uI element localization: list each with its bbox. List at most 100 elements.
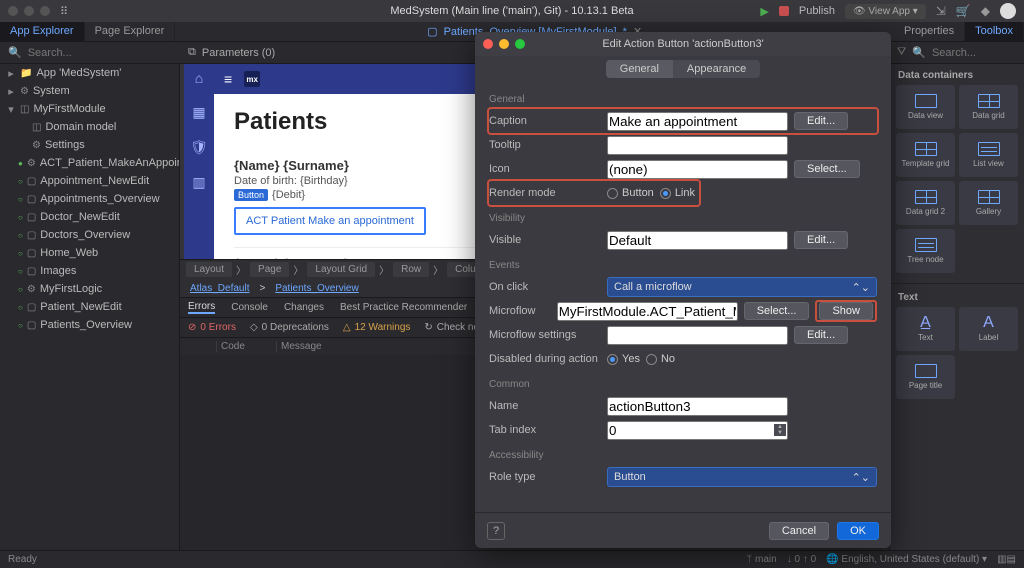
page-link[interactable]: Patients_Overview	[275, 283, 358, 294]
tree-node-appointment-newedit[interactable]: ○▢Appointment_NewEdit	[0, 172, 179, 190]
widget-tree-node[interactable]: Tree node	[896, 229, 955, 273]
errors-pill[interactable]: ⊘ 0 Errors	[188, 322, 236, 333]
parameters-label[interactable]: Parameters (0)	[202, 47, 275, 59]
shield-icon[interactable]: 🛡	[190, 139, 208, 156]
deprecations-pill[interactable]: ◇ 0 Deprecations	[250, 322, 329, 333]
disabled-yes-radio[interactable]: Yes	[607, 353, 640, 365]
warnings-pill[interactable]: △ 12 Warnings	[343, 322, 410, 333]
branch-indicator[interactable]: ᛘ main	[746, 554, 776, 565]
tree-node-home-web[interactable]: ○▢Home_Web	[0, 244, 179, 262]
tree-node-images[interactable]: ○▢Images	[0, 262, 179, 280]
calendar-icon[interactable]: ▥	[192, 174, 205, 191]
tree-node-settings[interactable]: ⚙Settings	[0, 136, 179, 154]
tab-toolbox[interactable]: Toolbox	[965, 22, 1024, 41]
home-icon[interactable]: ⌂	[195, 70, 203, 86]
microflow-settings-edit-button[interactable]: Edit...	[794, 326, 848, 344]
sync-counts[interactable]: ↓ 0 ↑ 0	[787, 554, 816, 565]
tree-node-app[interactable]: ▸📁App 'MedSystem'	[0, 64, 179, 82]
tab-index-input[interactable]	[607, 421, 788, 440]
widget-page-title[interactable]: Page title	[896, 355, 955, 399]
tab-general[interactable]: General	[606, 60, 673, 78]
microflow-settings-input[interactable]	[607, 326, 788, 345]
microflow-select-button[interactable]: Select...	[744, 302, 810, 320]
widget-data-grid-2[interactable]: Data grid 2	[896, 181, 955, 225]
visible-edit-button[interactable]: Edit...	[794, 231, 848, 249]
role-type-select[interactable]: Button⌃⌄	[607, 467, 877, 487]
tree-node-doctor-newedit[interactable]: ○▢Doctor_NewEdit	[0, 208, 179, 226]
zoom-icon[interactable]	[515, 39, 525, 49]
tree-node-myfirstlogic[interactable]: ○⚙MyFirstLogic	[0, 280, 179, 298]
tab-changes[interactable]: Changes	[284, 302, 324, 313]
column-code[interactable]: Code	[216, 341, 276, 352]
stepper-icon[interactable]: ▲▼	[774, 424, 786, 436]
tree-node-patients-overview[interactable]: ○▢Patients_Overview	[0, 316, 179, 334]
tab-page-explorer[interactable]: Page Explorer	[85, 22, 176, 41]
on-click-select[interactable]: Call a microflow⌃⌄	[607, 277, 877, 297]
tooltip-input[interactable]	[607, 136, 788, 155]
publish-button[interactable]: Publish	[799, 5, 835, 17]
render-mode-link-radio[interactable]: Link	[660, 187, 695, 199]
tree-node-act-patient[interactable]: ●⚙ACT_Patient_MakeAnAppoint…	[0, 154, 179, 172]
tree-node-module[interactable]: ▾◫MyFirstModule	[0, 100, 179, 118]
widget-gallery[interactable]: Gallery	[959, 181, 1018, 225]
caption-input[interactable]	[607, 112, 788, 131]
microflow-show-button[interactable]: Show	[819, 302, 873, 320]
apps-grid-icon[interactable]: ⠿	[60, 5, 68, 18]
tree-node-system[interactable]: ▸⚙System	[0, 82, 179, 100]
module-icon[interactable]: ▦	[192, 104, 205, 121]
twisty-icon[interactable]: ▾	[6, 103, 16, 116]
widget-data-grid[interactable]: Data grid	[959, 85, 1018, 129]
crumb-row[interactable]: Row	[393, 262, 429, 277]
user-avatar[interactable]	[1000, 3, 1016, 19]
icon-input[interactable]	[607, 160, 788, 179]
hamburger-icon[interactable]: ≡	[224, 71, 232, 87]
cancel-button[interactable]: Cancel	[769, 522, 829, 540]
widget-template-grid[interactable]: Template grid	[896, 133, 955, 177]
twisty-icon[interactable]: ▸	[6, 67, 16, 80]
visible-input[interactable]	[607, 231, 788, 250]
crumb-page[interactable]: Page	[250, 262, 289, 277]
explorer-search[interactable]: 🔍 Search...	[0, 46, 180, 59]
tree-node-patient-newedit[interactable]: ○▢Patient_NewEdit	[0, 298, 179, 316]
widget-list-view[interactable]: List view	[959, 133, 1018, 177]
tab-properties[interactable]: Properties	[894, 22, 965, 41]
tab-errors[interactable]: Errors	[188, 301, 215, 314]
disabled-no-radio[interactable]: No	[646, 353, 675, 365]
run-icon[interactable]: ▶	[760, 5, 768, 18]
cart-icon[interactable]: 🛒	[956, 4, 971, 18]
locale-selector[interactable]: 🌐 English, United States (default) ▾	[826, 554, 987, 565]
ok-button[interactable]: OK	[837, 522, 879, 540]
zoom-window-icon[interactable]	[40, 6, 50, 16]
toolbox-search[interactable]: ⛛ 🔍 Search...	[889, 46, 1024, 59]
filter-icon[interactable]: ⛛	[897, 46, 906, 59]
tab-best-practice[interactable]: Best Practice Recommender	[340, 302, 467, 313]
crumb-layout[interactable]: Layout	[186, 262, 232, 277]
tab-console[interactable]: Console	[231, 302, 268, 313]
microflow-input[interactable]	[557, 302, 738, 321]
link-icon[interactable]: ⇲	[936, 4, 946, 18]
view-app-button[interactable]: 👁 View App ▾	[845, 4, 926, 19]
widget-data-view[interactable]: Data view	[896, 85, 955, 129]
tree-node-appointments-overview[interactable]: ○▢Appointments_Overview	[0, 190, 179, 208]
tab-app-explorer[interactable]: App Explorer	[0, 22, 85, 41]
widget-text[interactable]: A̲Text	[896, 307, 955, 351]
minimize-icon[interactable]	[499, 39, 509, 49]
stop-icon[interactable]	[779, 6, 789, 16]
layout-link[interactable]: Atlas_Default	[190, 283, 249, 294]
notifications-icon[interactable]: ◆	[981, 4, 990, 18]
crumb-layout-grid[interactable]: Layout Grid	[307, 262, 375, 277]
minimize-window-icon[interactable]	[24, 6, 34, 16]
tree-node-domain-model[interactable]: ◫Domain model	[0, 118, 179, 136]
widget-label[interactable]: ALabel	[959, 307, 1018, 351]
name-input[interactable]	[607, 397, 788, 416]
close-window-icon[interactable]	[8, 6, 18, 16]
tree-node-doctors-overview[interactable]: ○▢Doctors_Overview	[0, 226, 179, 244]
help-button[interactable]: ?	[487, 522, 505, 540]
close-icon[interactable]	[483, 39, 493, 49]
twisty-icon[interactable]: ▸	[6, 85, 16, 98]
icon-select-button[interactable]: Select...	[794, 160, 860, 178]
render-mode-button-radio[interactable]: Button	[607, 187, 654, 199]
tab-appearance[interactable]: Appearance	[673, 60, 760, 78]
layout-toggle-icon[interactable]: ▥▤	[997, 554, 1016, 565]
action-button-selected[interactable]: ACT Patient Make an appointment	[234, 207, 426, 235]
